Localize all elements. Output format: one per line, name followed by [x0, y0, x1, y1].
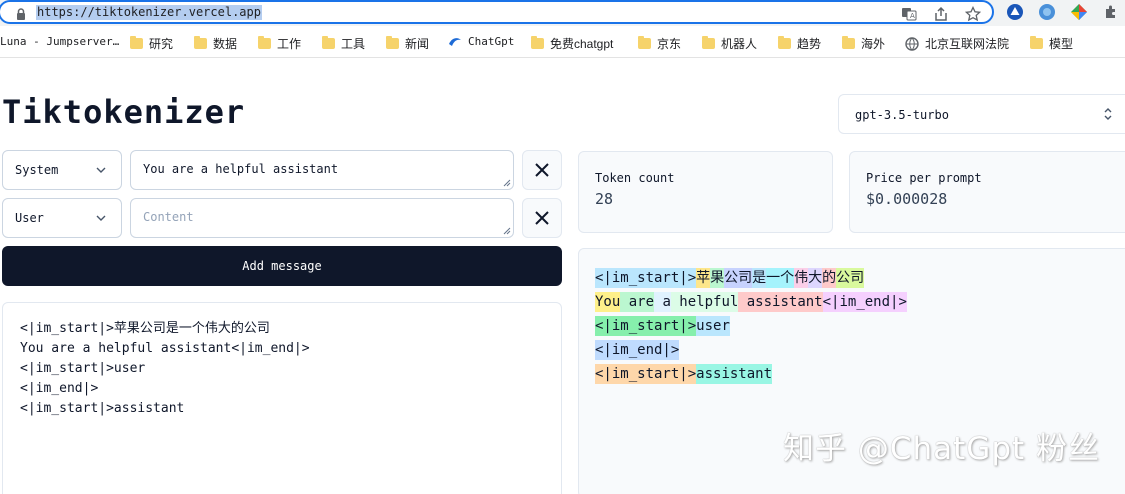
- token-chip: 公司: [724, 268, 753, 288]
- close-icon: [535, 163, 549, 177]
- model-select-value: gpt-3.5-turbo: [855, 108, 949, 122]
- role-select-user[interactable]: User: [2, 198, 122, 238]
- folder-icon: [258, 36, 271, 49]
- token-chip: helpful: [670, 292, 739, 312]
- token-chip: <|im_end|>: [822, 292, 907, 312]
- bookmarks-bar: Luna - Jumpserver… 研究 数据 工作 工具 新闻 ChatGp…: [0, 28, 1125, 58]
- translate-icon[interactable]: A: [900, 5, 918, 23]
- address-bar[interactable]: https://tiktokenizer.vercel.app A: [0, 0, 994, 24]
- token-chip: are: [620, 292, 655, 312]
- token-chip: <|im_start|>: [595, 364, 697, 384]
- bookmark-folder[interactable]: 趋势: [778, 35, 821, 52]
- folder-icon: [778, 36, 791, 49]
- folder-icon: [842, 36, 855, 49]
- prompt-output[interactable]: <|im_start|>苹果公司是一个伟大的公司 You are a helpf…: [2, 302, 562, 494]
- folder-icon: [386, 36, 399, 49]
- remove-message-button[interactable]: [522, 150, 562, 190]
- globe-icon: [905, 36, 919, 51]
- bookmark-folder[interactable]: 海外: [842, 35, 885, 52]
- token-chip: a: [654, 292, 671, 312]
- token-chip: 大: [808, 268, 823, 288]
- bookmark-court[interactable]: 北京互联网法院: [905, 35, 1009, 52]
- extension-globe-icon[interactable]: [1038, 3, 1056, 21]
- token-chip: <|im_end|>: [595, 340, 680, 360]
- lock-icon: [17, 8, 25, 20]
- token-chip: <|im_start|>: [595, 316, 697, 336]
- token-chip: 公司: [836, 268, 865, 288]
- output-line: <|im_start|>assistant: [20, 401, 185, 416]
- chevron-up-down-icon: [1104, 108, 1112, 120]
- extension-triangle-icon[interactable]: [1006, 3, 1024, 21]
- token-chip: assistant: [696, 364, 773, 384]
- token-chip: 是: [752, 268, 767, 288]
- chatgpt-logo-icon: [449, 37, 461, 46]
- token-chip: 的: [822, 268, 837, 288]
- output-line: You are a helpful assistant<|im_end|>: [20, 341, 310, 356]
- price-card: Price per prompt $0.000028: [849, 151, 1125, 233]
- folder-icon: [322, 36, 335, 49]
- token-chip: assistant: [738, 292, 823, 312]
- folder-icon: [1030, 36, 1043, 49]
- share-icon[interactable]: [932, 5, 950, 23]
- token-chip: 苹: [696, 268, 711, 288]
- bookmark-folder[interactable]: 京东: [638, 35, 681, 52]
- watermark: 知乎 @ChatGpt 粉丝: [783, 431, 1101, 467]
- resize-handle-icon[interactable]: [503, 179, 511, 187]
- resize-handle-icon[interactable]: [503, 227, 511, 235]
- bookmark-folder[interactable]: 数据: [194, 35, 237, 52]
- close-icon: [535, 211, 549, 225]
- token-line: <|im_start|>苹果公司是一个伟大的公司: [595, 266, 1125, 290]
- chevron-down-icon: [96, 167, 106, 173]
- folder-icon: [638, 36, 651, 49]
- output-line: <|im_end|>: [20, 381, 99, 396]
- price-value: $0.000028: [866, 190, 948, 208]
- bookmark-folder[interactable]: 工作: [258, 35, 301, 52]
- page-title: Tiktokenizer: [2, 93, 246, 131]
- svg-text:A: A: [910, 12, 915, 20]
- token-line: <|im_end|>: [595, 338, 1125, 362]
- model-select[interactable]: gpt-3.5-turbo: [838, 94, 1125, 134]
- extensions-puzzle-icon[interactable]: [1102, 3, 1120, 21]
- bookmark-jumpserver[interactable]: Luna - Jumpserver…: [0, 35, 119, 48]
- message-content-field[interactable]: Content: [130, 198, 514, 238]
- token-count-label: Token count: [595, 171, 675, 185]
- bookmark-folder[interactable]: 模型: [1030, 35, 1073, 52]
- url-text[interactable]: https://tiktokenizer.vercel.app: [36, 5, 262, 20]
- folder-icon: [194, 36, 207, 49]
- token-chip: 一个: [766, 268, 795, 288]
- output-line: <|im_start|>苹果公司是一个伟大的公司: [20, 321, 270, 336]
- folder-icon: [702, 36, 715, 49]
- folder-icon: [531, 36, 544, 49]
- bookmark-folder[interactable]: 机器人: [702, 35, 757, 52]
- browser-toolbar: https://tiktokenizer.vercel.app A: [0, 0, 1125, 26]
- bookmark-folder[interactable]: 新闻: [386, 35, 429, 52]
- extension-diamond-icon[interactable]: [1070, 3, 1088, 21]
- token-line: <|im_start|>user: [595, 314, 1125, 338]
- token-chip: You: [595, 292, 621, 312]
- token-count-card: Token count 28: [578, 151, 833, 233]
- token-count-value: 28: [595, 190, 614, 208]
- folder-icon: [130, 36, 143, 49]
- bookmark-folder[interactable]: 免费chatgpt: [531, 35, 613, 52]
- price-label: Price per prompt: [866, 171, 982, 185]
- token-chip: <|im_start|>: [595, 268, 697, 288]
- role-select-system[interactable]: System: [2, 150, 122, 190]
- star-icon[interactable]: [964, 5, 982, 23]
- add-message-button[interactable]: Add message: [2, 246, 562, 286]
- chevron-down-icon: [96, 215, 106, 221]
- bookmark-folder[interactable]: 研究: [130, 35, 173, 52]
- token-chip: 果: [710, 268, 725, 288]
- bookmark-folder[interactable]: 工具: [322, 35, 365, 52]
- token-chip: 伟: [794, 268, 809, 288]
- token-chip: user: [696, 316, 730, 336]
- message-content-field[interactable]: You are a helpful assistant: [130, 150, 514, 190]
- remove-message-button[interactable]: [522, 198, 562, 238]
- token-line: <|im_start|>assistant: [595, 362, 1125, 386]
- output-line: <|im_start|>user: [20, 361, 146, 376]
- bookmark-chatgpt[interactable]: ChatGpt: [448, 35, 514, 48]
- token-line: You are a helpful assistant<|im_end|>: [595, 290, 1125, 314]
